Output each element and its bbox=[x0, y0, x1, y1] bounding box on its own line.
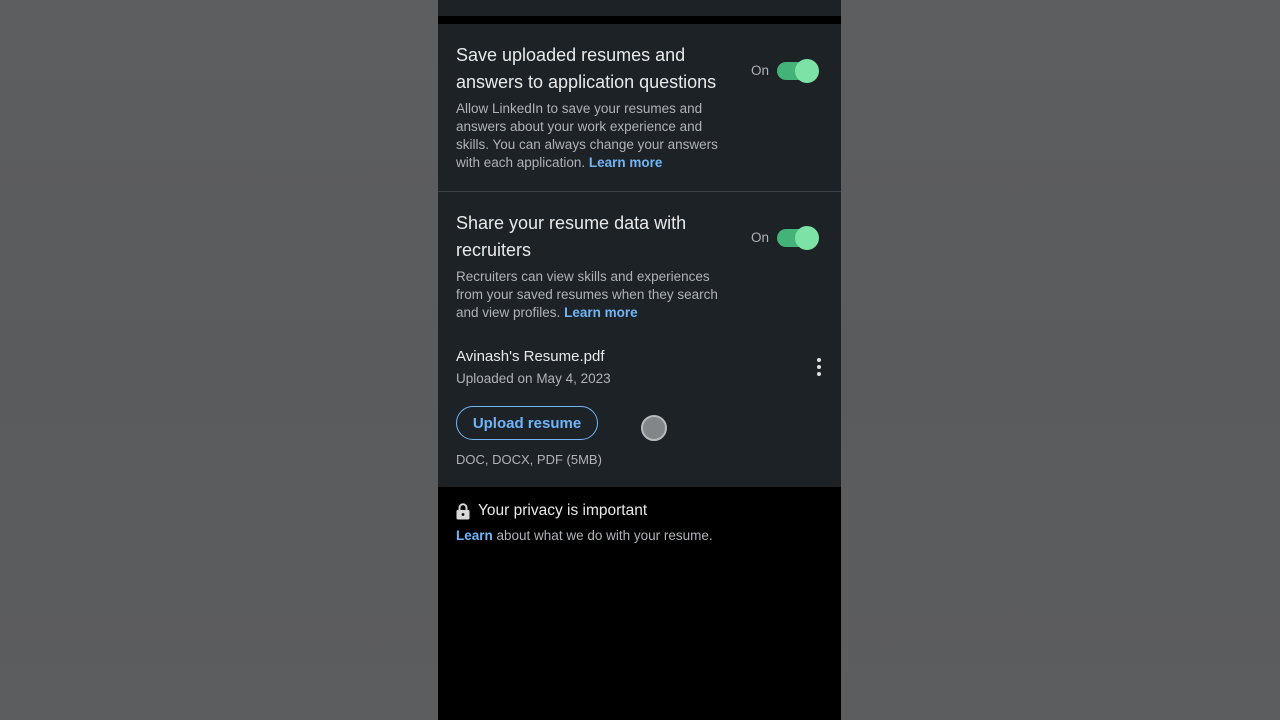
accepted-file-types: DOC, DOCX, PDF (5MB) bbox=[456, 452, 602, 467]
privacy-notice: Your privacy is important Learn about wh… bbox=[456, 502, 826, 543]
toggle-knob bbox=[795, 59, 819, 83]
setting-title: Save uploaded resumes and answers to app… bbox=[456, 45, 717, 92]
toggle-knob bbox=[795, 226, 819, 250]
more-vertical-icon[interactable] bbox=[814, 358, 824, 378]
upload-resume-button[interactable]: Upload resume bbox=[456, 406, 598, 440]
share-resume-toggle[interactable] bbox=[777, 226, 819, 250]
setting-description: Recruiters can view skills and experienc… bbox=[456, 269, 718, 320]
setting-title: Share your resume data with recruiters bbox=[456, 213, 687, 260]
blurred-background-right bbox=[841, 0, 1280, 720]
previous-card-edge bbox=[438, 0, 841, 16]
save-resumes-setting: Save uploaded resumes and answers to app… bbox=[438, 24, 841, 191]
learn-more-link[interactable]: Learn more bbox=[589, 155, 663, 170]
learn-more-link[interactable]: Learn more bbox=[564, 305, 638, 320]
blurred-background-left bbox=[0, 0, 438, 720]
privacy-title: Your privacy is important bbox=[478, 502, 648, 519]
lock-icon bbox=[456, 502, 470, 519]
phone-screen: Save uploaded resumes and answers to app… bbox=[438, 0, 841, 720]
resume-file-name[interactable]: Avinash's Resume.pdf bbox=[456, 348, 605, 365]
privacy-description: Learn about what we do with your resume. bbox=[456, 528, 713, 543]
learn-link[interactable]: Learn bbox=[456, 528, 493, 543]
share-resume-data-setting: Share your resume data with recruiters R… bbox=[438, 192, 841, 487]
setting-description: Allow LinkedIn to save your resumes and … bbox=[456, 101, 718, 170]
save-resumes-toggle[interactable] bbox=[777, 59, 819, 83]
toggle-state-label: On bbox=[751, 230, 770, 245]
touch-indicator bbox=[641, 415, 667, 441]
toggle-state-label: On bbox=[751, 63, 770, 78]
resume-upload-date: Uploaded on May 4, 2023 bbox=[456, 371, 611, 386]
